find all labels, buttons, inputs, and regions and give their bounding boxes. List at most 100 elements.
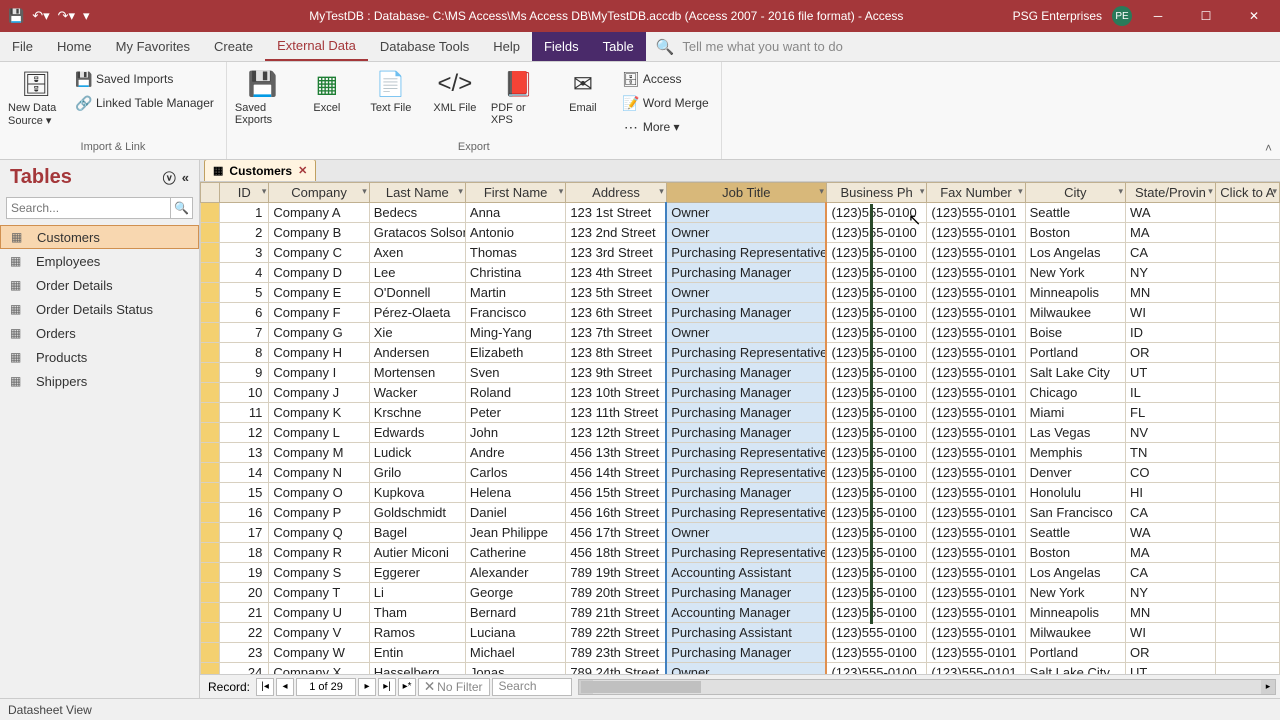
cell[interactable]: Daniel bbox=[465, 503, 565, 523]
cell[interactable]: 9 bbox=[220, 363, 269, 383]
cell[interactable]: Company R bbox=[269, 543, 369, 563]
last-record-button[interactable]: ▸| bbox=[378, 678, 396, 696]
cell[interactable]: (123)555-0101 bbox=[927, 523, 1025, 543]
ribbon-tab-help[interactable]: Help bbox=[481, 32, 532, 61]
cell[interactable]: Company V bbox=[269, 623, 369, 643]
cell[interactable]: Gratacos Solsona bbox=[369, 223, 465, 243]
undo-icon[interactable]: ↶▾ bbox=[32, 8, 49, 24]
cell[interactable]: 123 11th Street bbox=[566, 403, 666, 423]
cell[interactable]: (123)555-0100 bbox=[826, 403, 926, 423]
cell[interactable]: Company W bbox=[269, 643, 369, 663]
cell[interactable]: (123)555-0101 bbox=[927, 383, 1025, 403]
cell[interactable]: (123)555-0101 bbox=[927, 323, 1025, 343]
column-header-click-to-a[interactable]: Click to A▾ bbox=[1215, 183, 1279, 203]
cell[interactable]: Owner bbox=[666, 663, 826, 675]
table-row[interactable]: 15Company OKupkovaHelena456 15th StreetP… bbox=[201, 483, 1280, 503]
cell[interactable]: 10 bbox=[220, 383, 269, 403]
cell[interactable]: Milwaukee bbox=[1025, 623, 1125, 643]
nav-filter-icon[interactable]: ⓥ bbox=[163, 168, 176, 187]
cell[interactable]: Accounting Assistant bbox=[666, 563, 826, 583]
cell[interactable]: 456 15th Street bbox=[566, 483, 666, 503]
cell[interactable]: (123)555-0100 bbox=[826, 643, 926, 663]
cell[interactable]: Purchasing Manager bbox=[666, 483, 826, 503]
cell[interactable]: 456 16th Street bbox=[566, 503, 666, 523]
column-dropdown-icon[interactable]: ▾ bbox=[1018, 186, 1023, 197]
cell[interactable]: Axen bbox=[369, 243, 465, 263]
table-row[interactable]: 7Company GXieMing-Yang123 7th StreetOwne… bbox=[201, 323, 1280, 343]
cell[interactable]: 4 bbox=[220, 263, 269, 283]
column-dropdown-icon[interactable]: ▾ bbox=[262, 186, 267, 197]
cell[interactable]: (123)555-0101 bbox=[927, 443, 1025, 463]
cell[interactable]: Company M bbox=[269, 443, 369, 463]
ribbon-more-button[interactable]: ⋯More ▾ bbox=[619, 116, 713, 138]
cell[interactable]: Miami bbox=[1025, 403, 1125, 423]
search-icon[interactable]: 🔍 bbox=[170, 198, 192, 218]
cell[interactable]: 23 bbox=[220, 643, 269, 663]
record-position-input[interactable] bbox=[296, 678, 356, 696]
cell[interactable]: Purchasing Manager bbox=[666, 383, 826, 403]
cell[interactable]: Catherine bbox=[465, 543, 565, 563]
cell[interactable]: Sven bbox=[465, 363, 565, 383]
cell[interactable]: Seattle bbox=[1025, 523, 1125, 543]
cell[interactable]: (123)555-0101 bbox=[927, 583, 1025, 603]
cell[interactable]: 123 6th Street bbox=[566, 303, 666, 323]
column-dropdown-icon[interactable]: ▾ bbox=[1208, 186, 1213, 197]
cell[interactable]: Las Vegas bbox=[1025, 423, 1125, 443]
cell[interactable]: Francisco bbox=[465, 303, 565, 323]
prev-record-button[interactable]: ◂ bbox=[276, 678, 294, 696]
table-row[interactable]: 8Company HAndersenElizabeth123 8th Stree… bbox=[201, 343, 1280, 363]
ribbon-tab-home[interactable]: Home bbox=[45, 32, 104, 61]
table-row[interactable]: 14Company NGriloCarlos456 14th StreetPur… bbox=[201, 463, 1280, 483]
cell[interactable]: CO bbox=[1126, 463, 1216, 483]
table-row[interactable]: 21Company UThamBernard789 21th StreetAcc… bbox=[201, 603, 1280, 623]
column-header-address[interactable]: Address▾ bbox=[566, 183, 666, 203]
ribbon-tab-my-favorites[interactable]: My Favorites bbox=[104, 32, 202, 61]
row-selector[interactable] bbox=[201, 663, 220, 675]
cell[interactable]: CA bbox=[1126, 243, 1216, 263]
column-header-business-ph[interactable]: Business Ph▾ bbox=[826, 183, 926, 203]
ribbon-saved-importsbutton[interactable]: 💾Saved Imports bbox=[72, 68, 218, 90]
nav-table-customers[interactable]: ▦Customers bbox=[0, 225, 199, 249]
cell[interactable]: (123)555-0100 bbox=[826, 343, 926, 363]
tellme-input[interactable]: Tell me what you want to do bbox=[682, 39, 1280, 54]
cell[interactable]: 8 bbox=[220, 343, 269, 363]
row-selector[interactable] bbox=[201, 363, 220, 383]
table-row[interactable]: 18Company RAutier MiconiCatherine456 18t… bbox=[201, 543, 1280, 563]
cell[interactable]: 12 bbox=[220, 423, 269, 443]
table-row[interactable]: 13Company MLudickAndre456 13th StreetPur… bbox=[201, 443, 1280, 463]
cell[interactable]: 123 5th Street bbox=[566, 283, 666, 303]
cell[interactable]: 456 13th Street bbox=[566, 443, 666, 463]
cell[interactable]: (123)555-0101 bbox=[927, 283, 1025, 303]
cell[interactable]: NY bbox=[1126, 263, 1216, 283]
cell[interactable]: Minneapolis bbox=[1025, 283, 1125, 303]
cell[interactable]: (123)555-0101 bbox=[927, 643, 1025, 663]
save-icon[interactable]: 💾 bbox=[8, 8, 24, 24]
nav-table-order-details[interactable]: ▦Order Details bbox=[0, 273, 199, 297]
nav-collapse-icon[interactable]: « bbox=[182, 170, 189, 185]
cell[interactable]: (123)555-0101 bbox=[927, 463, 1025, 483]
cell[interactable]: 789 22th Street bbox=[566, 623, 666, 643]
column-header-id[interactable]: ID▾ bbox=[220, 183, 269, 203]
cell[interactable]: (123)555-0100 bbox=[826, 283, 926, 303]
cell[interactable]: Purchasing Manager bbox=[666, 363, 826, 383]
cell[interactable]: 456 18th Street bbox=[566, 543, 666, 563]
table-row[interactable]: 22Company VRamosLuciana789 22th StreetPu… bbox=[201, 623, 1280, 643]
cell[interactable]: Purchasing Manager bbox=[666, 583, 826, 603]
cell[interactable]: (123)555-0100 bbox=[826, 523, 926, 543]
cell[interactable]: Purchasing Representative bbox=[666, 503, 826, 523]
table-row[interactable]: 5Company EO'DonnellMartin123 5th StreetO… bbox=[201, 283, 1280, 303]
cell[interactable]: WA bbox=[1126, 203, 1216, 223]
qat-customize-icon[interactable]: ▾ bbox=[83, 8, 90, 24]
redo-icon[interactable]: ↷▾ bbox=[58, 8, 75, 24]
nav-search-input[interactable] bbox=[7, 198, 170, 218]
cell[interactable]: WA bbox=[1126, 523, 1216, 543]
cell[interactable]: Ludick bbox=[369, 443, 465, 463]
cell[interactable]: (123)555-0101 bbox=[927, 503, 1025, 523]
cell[interactable]: Andersen bbox=[369, 343, 465, 363]
table-row[interactable]: 23Company WEntinMichael789 23th StreetPu… bbox=[201, 643, 1280, 663]
cell[interactable]: Ming-Yang bbox=[465, 323, 565, 343]
nav-table-products[interactable]: ▦Products bbox=[0, 345, 199, 369]
close-tab-icon[interactable]: ✕ bbox=[298, 164, 307, 177]
cell[interactable]: TN bbox=[1126, 443, 1216, 463]
cell[interactable]: Milwaukee bbox=[1025, 303, 1125, 323]
